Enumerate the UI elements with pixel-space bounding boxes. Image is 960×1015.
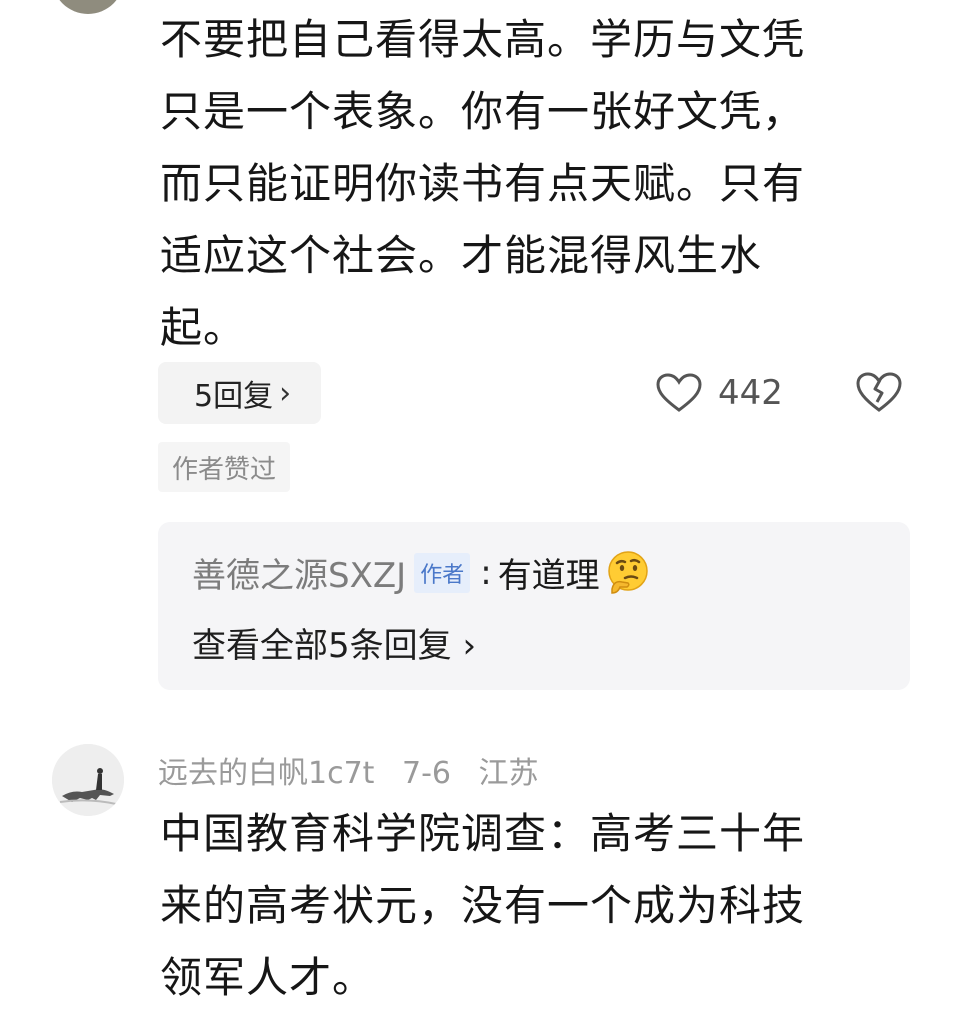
comment-line: 而只能证明你读书有点天赋。只有	[160, 159, 806, 208]
replies-button[interactable]: 5回复 ›	[158, 362, 322, 424]
view-all-replies-link[interactable]: 查看全部5条回复 ›	[192, 618, 476, 667]
comment-line: 不要把自己看得太高。学历与文凭	[160, 15, 806, 64]
like-button[interactable]: 442	[656, 366, 783, 420]
chevron-right-icon: ›	[451, 626, 477, 666]
comment-text: 中国教育科学院调查：高考三十年 来的高考状元，没有一个成为科技 领军人才。	[160, 798, 900, 1014]
like-count: 442	[718, 373, 783, 413]
reply-preview-line: 善德之源SXZJ 作者 : 有道理	[192, 548, 652, 597]
comment-line: 来的高考状元，没有一个成为科技	[160, 881, 806, 930]
comment-date: 7-6	[401, 756, 451, 791]
reply-username[interactable]: 善德之源SXZJ	[192, 548, 406, 597]
author-liked-tag: 作者赞过	[158, 442, 291, 492]
commenter-avatar[interactable]	[52, 744, 124, 816]
comment-meta: 远去的白帆1c7t 7-6 江苏	[158, 748, 557, 792]
replies-label: 5回复	[194, 379, 274, 414]
thinking-face-icon	[607, 550, 648, 594]
heart-icon	[656, 373, 702, 412]
comment-line: 适应这个社会。才能混得风生水	[160, 231, 763, 280]
comment-line: 中国教育科学院调查：高考三十年	[160, 809, 806, 858]
comment-line: 领军人才。	[160, 953, 376, 1002]
commenter-avatar[interactable]	[52, 0, 124, 14]
comment-line: 只是一个表象。你有一张好文凭，	[160, 87, 806, 136]
reply-preview-box[interactable]: 善德之源SXZJ 作者 : 有道理 查看全部5条回复 ›	[158, 522, 910, 690]
view-all-label: 查看全部5条回复	[192, 626, 452, 666]
comment-text: 不要把自己看得太高。学历与文凭 只是一个表象。你有一张好文凭， 而只能证明你读书有点…	[160, 4, 900, 364]
comment-location: 江苏	[478, 756, 539, 791]
reply-colon: :	[480, 552, 492, 593]
reply-text: 有道理	[497, 556, 600, 596]
broken-heart-icon[interactable]	[856, 370, 902, 414]
chevron-right-icon: ›	[279, 375, 292, 411]
author-badge: 作者	[414, 552, 471, 593]
commenter-username[interactable]: 远去的白帆1c7t	[158, 756, 374, 791]
comment-line: 起。	[160, 303, 247, 352]
horse-rider-avatar-icon	[52, 744, 124, 816]
